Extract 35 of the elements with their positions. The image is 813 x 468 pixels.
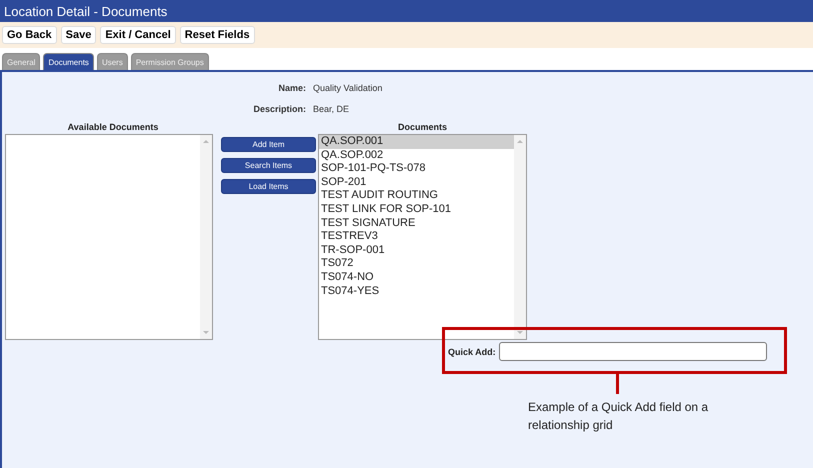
toolbar-button[interactable]: Reset Fields [180, 26, 255, 44]
list-heading: Available Documents [68, 122, 158, 134]
list-item[interactable]: SOP-201 [319, 176, 514, 190]
toolbar-button[interactable]: Exit / Cancel [100, 26, 176, 44]
list-item[interactable]: QA.SOP.001 [319, 135, 514, 149]
list-item[interactable]: QA.SOP.002 [319, 148, 514, 162]
toolbar-button[interactable]: Go Back [2, 26, 57, 44]
list-item[interactable]: TESTREV3 [319, 230, 514, 244]
action-button[interactable]: Search Items [221, 158, 316, 173]
leader-line [616, 374, 619, 394]
list-item[interactable]: SOP-101-PQ-TS-078 [319, 162, 514, 176]
list-item[interactable]: TR-SOP-001 [319, 244, 514, 258]
scrollbar[interactable] [200, 135, 212, 339]
window-title: Location Detail - Documents [4, 4, 168, 18]
field-label: Description: [252, 103, 306, 116]
field-value: Quality Validation [313, 82, 382, 95]
list-item[interactable]: TS072 [319, 257, 514, 271]
quick-add-field[interactable] [498, 342, 767, 361]
action-button[interactable]: Add Item [221, 137, 316, 152]
quick-add-label: Quick Add: [448, 346, 496, 356]
field-label: Name: [277, 82, 306, 95]
toolbar-button[interactable]: Save [60, 26, 96, 44]
action-button[interactable]: Load Items [221, 179, 316, 194]
list-item[interactable]: TEST LINK FOR SOP-101 [319, 202, 514, 217]
field-value: Bear, DE [313, 103, 350, 116]
list-item[interactable]: TS074-YES [319, 284, 514, 298]
list-item[interactable]: TEST AUDIT ROUTING [319, 189, 514, 203]
list-item[interactable]: TS074-NO [319, 270, 514, 285]
tab[interactable]: Documents [43, 53, 94, 70]
available-documents-list[interactable] [5, 134, 213, 340]
scrollbar[interactable] [514, 135, 526, 339]
list-item[interactable]: TEST SIGNATURE [319, 216, 514, 230]
annotation-caption: Example of a Quick Add field on a relationship grid [528, 399, 710, 434]
documents-list[interactable]: QA.SOP.001 QA.SOP.002 SOP-101-PQ-TS-078 SOP-201 TEST AUDIT ROUTING TEST LINK FOR SOP-101 TEST SIGNATURE TESTREV3 TR-SOP-001 TS072 TS074-NO TS074-YES [318, 134, 527, 340]
list-heading: Documents [398, 122, 447, 134]
